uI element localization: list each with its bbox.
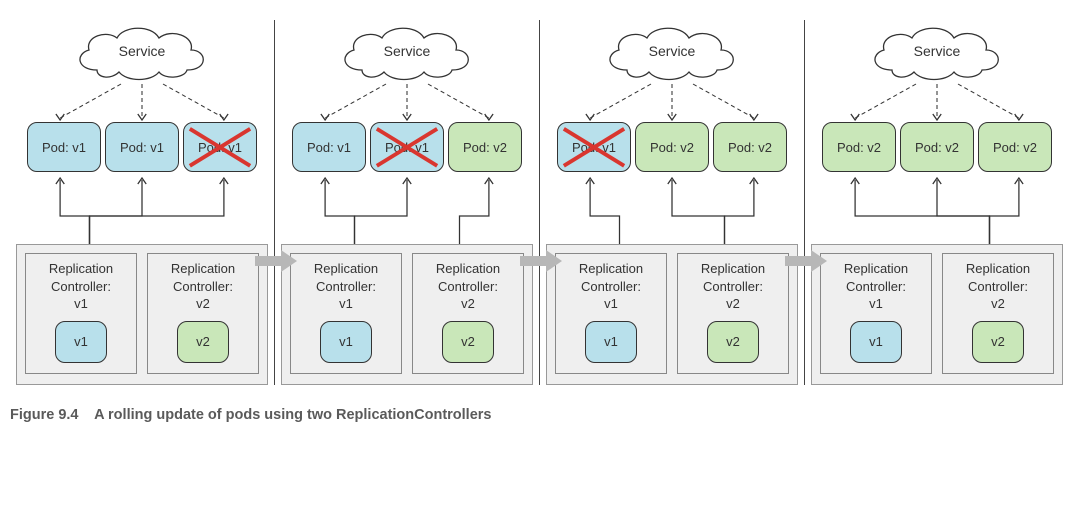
rc-template-chip: v1 bbox=[320, 321, 372, 363]
pod: Pod: v2 bbox=[635, 122, 709, 172]
rc-title: ReplicationController:v1 bbox=[844, 260, 908, 313]
pod: Pod: v1 bbox=[27, 122, 101, 172]
service-cloud: Service bbox=[811, 20, 1063, 82]
pod: Pod: v2 bbox=[978, 122, 1052, 172]
pod-label: Pod: v1 bbox=[42, 140, 86, 155]
figure-caption-text: A rolling update of pods using two Repli… bbox=[94, 407, 491, 423]
pod-label: Pod: v2 bbox=[993, 140, 1037, 155]
pod-label: Pod: v2 bbox=[463, 140, 507, 155]
rc-template-chip: v1 bbox=[55, 321, 107, 363]
replication-controller: ReplicationController:v1 v1 bbox=[290, 253, 402, 374]
pod: Pod: v1 bbox=[105, 122, 179, 172]
diagram-root: Service Pod: v1 Pod: v1 Pod: v1 Replicatio… bbox=[10, 20, 1069, 385]
pods-row: Pod: v1 Pod: v1 Pod: v2 bbox=[281, 122, 533, 172]
replication-controller: ReplicationController:v1 v1 bbox=[25, 253, 137, 374]
pods-row: Pod: v1 Pod: v2 Pod: v2 bbox=[546, 122, 798, 172]
rc-title: ReplicationController:v2 bbox=[171, 260, 235, 313]
replication-controller: ReplicationController:v1 v1 bbox=[820, 253, 932, 374]
rc-panel: ReplicationController:v1 v1 ReplicationC… bbox=[811, 244, 1063, 385]
pod-label: Pod: v2 bbox=[650, 140, 694, 155]
service-to-pod-arrows bbox=[16, 82, 268, 122]
rc-title: ReplicationController:v1 bbox=[314, 260, 378, 313]
rc-panel: ReplicationController:v1 v1 ReplicationC… bbox=[16, 244, 268, 385]
pod: Pod: v1 bbox=[557, 122, 631, 172]
replication-controller: ReplicationController:v2 v2 bbox=[412, 253, 524, 374]
service-cloud: Service bbox=[16, 20, 268, 82]
pod-label: Pod: v2 bbox=[728, 140, 772, 155]
pod-label: Pod: v1 bbox=[120, 140, 164, 155]
service-cloud: Service bbox=[546, 20, 798, 82]
pods-row: Pod: v2 Pod: v2 Pod: v2 bbox=[811, 122, 1063, 172]
stage: Service Pod: v2 Pod: v2 Pod: v2 Replicatio… bbox=[805, 20, 1069, 385]
transition-arrow-icon bbox=[253, 250, 297, 272]
rc-to-pod-connectors bbox=[16, 174, 268, 244]
service-to-pod-arrows bbox=[811, 82, 1063, 122]
stage: Service Pod: v1 Pod: v2 Pod: v2 Replicati… bbox=[540, 20, 804, 385]
rc-template-chip: v2 bbox=[177, 321, 229, 363]
stage: Service Pod: v1 Pod: v1 Pod: v2 Replicati… bbox=[275, 20, 539, 385]
rc-template-chip: v2 bbox=[707, 321, 759, 363]
figure-number: Figure 9.4 bbox=[10, 407, 79, 423]
pods-row: Pod: v1 Pod: v1 Pod: v1 bbox=[16, 122, 268, 172]
figure-caption: Figure 9.4 A rolling update of pods usin… bbox=[10, 407, 1069, 423]
rc-template-chip: v1 bbox=[585, 321, 637, 363]
rc-to-pod-connectors bbox=[546, 174, 798, 244]
service-to-pod-arrows bbox=[281, 82, 533, 122]
pod-label: Pod: v1 bbox=[198, 140, 242, 155]
rc-title: ReplicationController:v2 bbox=[436, 260, 500, 313]
service-label: Service bbox=[119, 43, 166, 59]
stage: Service Pod: v1 Pod: v1 Pod: v1 Replicatio… bbox=[10, 20, 274, 385]
service-label: Service bbox=[649, 43, 696, 59]
pod: Pod: v2 bbox=[822, 122, 896, 172]
rc-panel: ReplicationController:v1 v1 ReplicationC… bbox=[546, 244, 798, 385]
pod: Pod: v2 bbox=[900, 122, 974, 172]
pod-label: Pod: v1 bbox=[307, 140, 351, 155]
service-cloud: Service bbox=[281, 20, 533, 82]
pod: Pod: v2 bbox=[713, 122, 787, 172]
service-label: Service bbox=[384, 43, 431, 59]
pod-label: Pod: v2 bbox=[915, 140, 959, 155]
pod: Pod: v2 bbox=[448, 122, 522, 172]
rc-template-chip: v2 bbox=[442, 321, 494, 363]
rc-title: ReplicationController:v2 bbox=[966, 260, 1030, 313]
transition-arrow-icon bbox=[518, 250, 562, 272]
rc-title: ReplicationController:v1 bbox=[579, 260, 643, 313]
pod-label: Pod: v1 bbox=[572, 140, 616, 155]
pod-label: Pod: v1 bbox=[385, 140, 429, 155]
pod: Pod: v1 bbox=[370, 122, 444, 172]
rc-title: ReplicationController:v1 bbox=[49, 260, 113, 313]
service-to-pod-arrows bbox=[546, 82, 798, 122]
rc-template-chip: v1 bbox=[850, 321, 902, 363]
rc-template-chip: v2 bbox=[972, 321, 1024, 363]
rc-to-pod-connectors bbox=[281, 174, 533, 244]
pod-label: Pod: v2 bbox=[837, 140, 881, 155]
rc-to-pod-connectors bbox=[811, 174, 1063, 244]
replication-controller: ReplicationController:v2 v2 bbox=[147, 253, 259, 374]
pod: Pod: v1 bbox=[183, 122, 257, 172]
transition-arrow-icon bbox=[783, 250, 827, 272]
rc-panel: ReplicationController:v1 v1 ReplicationC… bbox=[281, 244, 533, 385]
replication-controller: ReplicationController:v2 v2 bbox=[942, 253, 1054, 374]
pod: Pod: v1 bbox=[292, 122, 366, 172]
replication-controller: ReplicationController:v1 v1 bbox=[555, 253, 667, 374]
service-label: Service bbox=[914, 43, 961, 59]
rc-title: ReplicationController:v2 bbox=[701, 260, 765, 313]
replication-controller: ReplicationController:v2 v2 bbox=[677, 253, 789, 374]
